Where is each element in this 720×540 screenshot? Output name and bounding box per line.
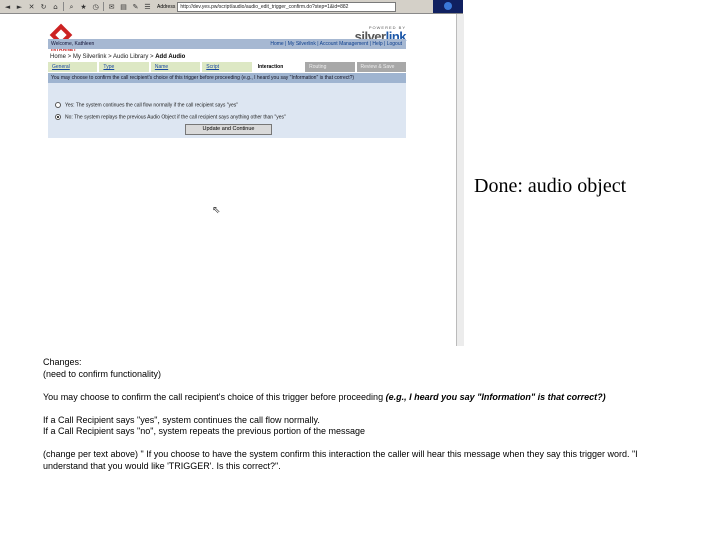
- slide-caption: Done: audio object: [474, 175, 627, 197]
- refresh-icon[interactable]: ↻: [39, 3, 48, 11]
- step-general[interactable]: General: [48, 62, 98, 72]
- notes-no-behavior: If a Call Recipient says "no", system re…: [43, 426, 366, 436]
- header-bar: Welcome, Kathleen Home | My Silverlink |…: [48, 39, 406, 49]
- discuss-icon[interactable]: ☰: [143, 3, 152, 11]
- edit-icon[interactable]: ✎: [131, 3, 140, 11]
- search-icon[interactable]: ⌕: [67, 3, 76, 11]
- notes-confirm-text: You may choose to confirm the call recip…: [43, 391, 386, 402]
- step-review-save: Review & Save: [356, 62, 406, 72]
- radio-no[interactable]: [55, 114, 61, 120]
- radio-yes[interactable]: [55, 102, 61, 108]
- browser-toolbar: ◄ ► ✕ ↻ ⌂ ⌕ ★ ◷ ✉ ▤ ✎ ☰ Address http://d…: [0, 0, 463, 14]
- wizard-steps: General Type Name Script Interaction Rou…: [48, 62, 406, 72]
- stop-icon[interactable]: ✕: [27, 3, 36, 11]
- step-interaction: Interaction: [253, 62, 304, 72]
- welcome-text: Welcome, Kathleen: [51, 41, 95, 47]
- notes-change-request: (change per text above) " If you choose …: [43, 449, 638, 471]
- browser-window: ◄ ► ✕ ↻ ⌂ ⌕ ★ ◷ ✉ ▤ ✎ ☰ Address http://d…: [0, 0, 464, 346]
- step-script[interactable]: Script: [202, 62, 252, 72]
- mail-icon[interactable]: ✉: [107, 3, 116, 11]
- step-type[interactable]: Type: [99, 62, 149, 72]
- mouse-cursor-icon: ⇖: [212, 205, 221, 216]
- breadcrumb: Home > My Silverlink > Audio Library > A…: [50, 54, 185, 60]
- back-icon[interactable]: ◄: [3, 3, 12, 11]
- vertical-scrollbar[interactable]: [456, 14, 464, 346]
- panel-heading: You may choose to confirm the call recip…: [48, 73, 406, 83]
- notes-need-confirm: (need to confirm functionality): [43, 368, 162, 379]
- update-continue-button[interactable]: Update and Continue: [185, 124, 272, 135]
- notes-confirm-example: (e.g., I heard you say "Information" is …: [385, 391, 606, 402]
- option-no[interactable]: No: The system replays the previous Audi…: [55, 114, 286, 120]
- toolbar-divider: [63, 2, 64, 11]
- step-name[interactable]: Name: [150, 62, 201, 72]
- notes-yes-behavior: If a Call Recipient says "yes", system c…: [43, 414, 320, 425]
- step-routing: Routing: [305, 62, 355, 72]
- history-icon[interactable]: ◷: [91, 3, 100, 11]
- address-bar[interactable]: http://dev.yes.pw/script/audio/audio_edi…: [177, 1, 397, 12]
- breadcrumb-trail[interactable]: Home > My Silverlink > Audio Library >: [50, 54, 155, 60]
- slide-notes: Changes: (need to confirm functionality)…: [43, 357, 673, 472]
- print-icon[interactable]: ▤: [119, 3, 128, 11]
- browser-logo-icon: [433, 0, 463, 13]
- home-icon[interactable]: ⌂: [51, 3, 60, 11]
- address-label: Address: [157, 3, 176, 10]
- breadcrumb-current: Add Audio: [155, 54, 186, 60]
- top-nav-links[interactable]: Home | My Silverlink | Account Managemen…: [270, 39, 402, 49]
- toolbar-divider: [103, 2, 104, 11]
- option-yes[interactable]: Yes: The system continues the call flow …: [55, 102, 238, 108]
- option-no-label: No: The system replays the previous Audi…: [65, 114, 286, 121]
- forward-icon[interactable]: ►: [15, 3, 24, 11]
- notes-confirm-choice: You may choose to confirm the call recip…: [43, 392, 673, 404]
- notes-changes: Changes:: [43, 357, 82, 367]
- favorites-icon[interactable]: ★: [79, 3, 88, 11]
- option-yes-label: Yes: The system continues the call flow …: [65, 102, 239, 109]
